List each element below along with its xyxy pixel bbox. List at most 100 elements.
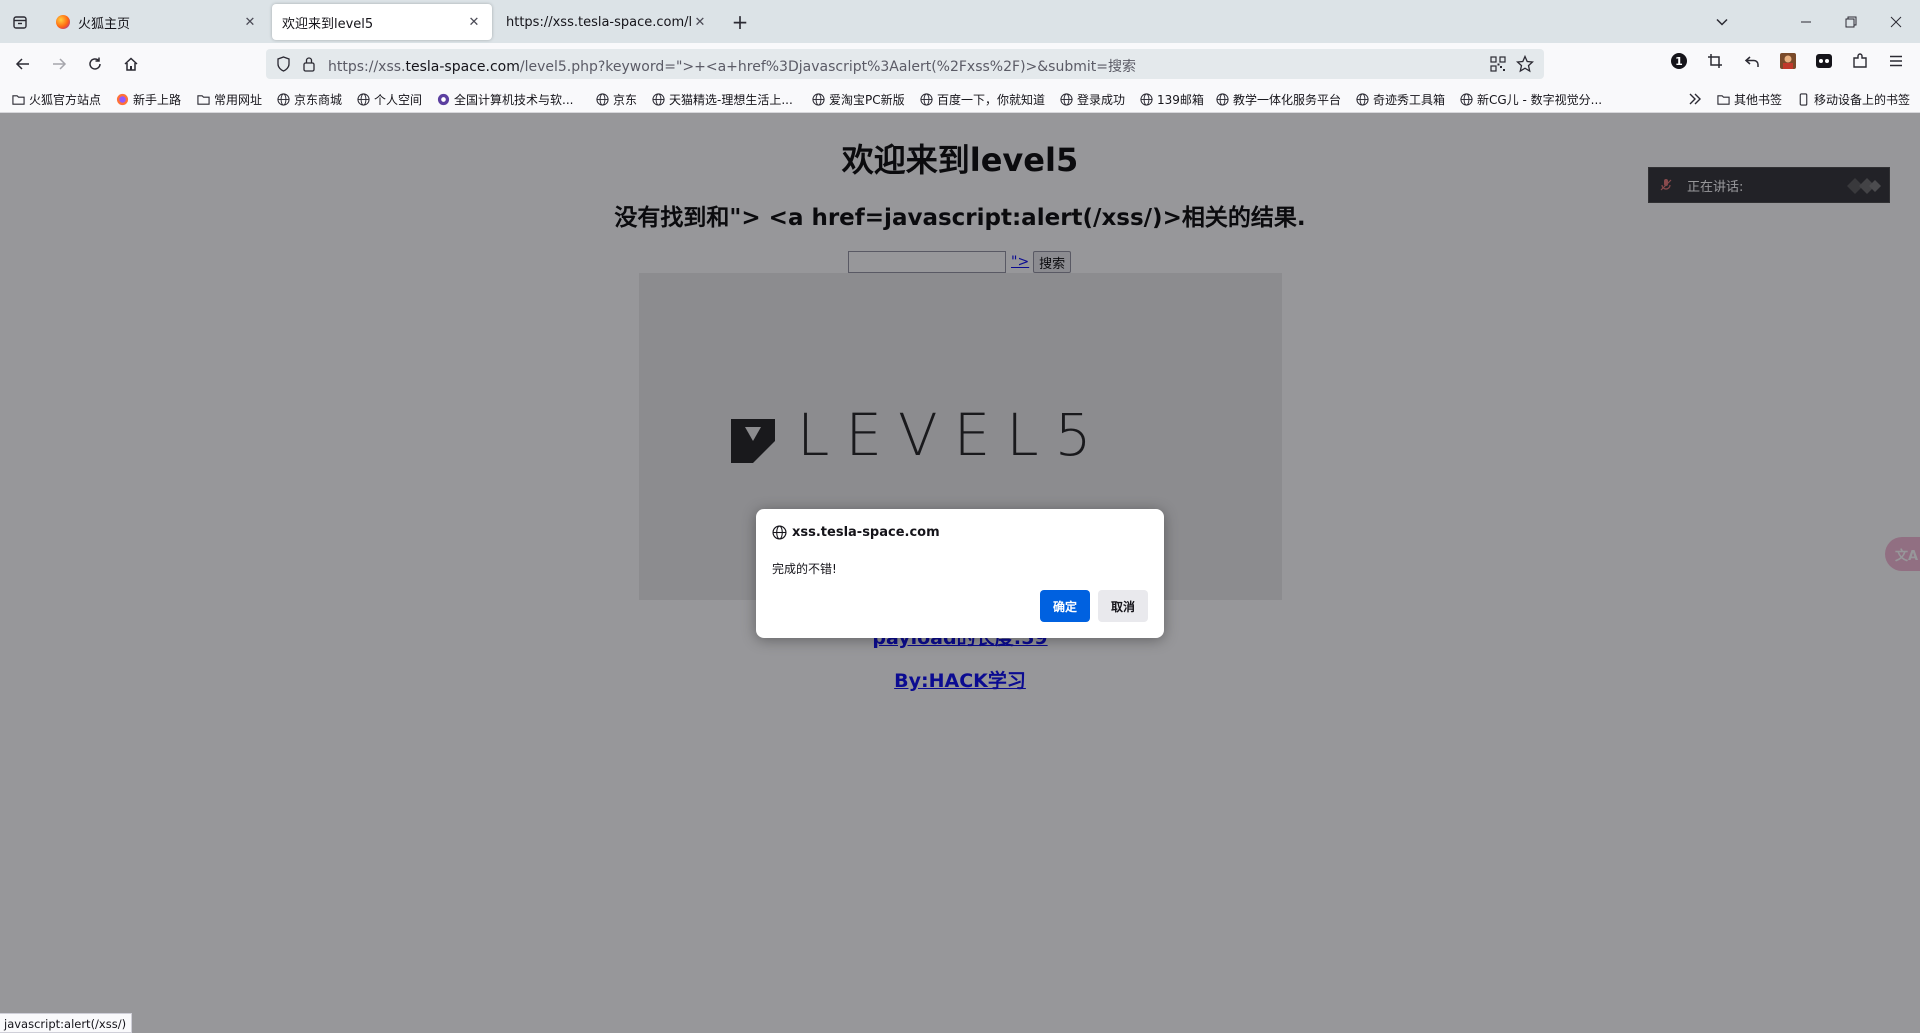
bookmark-label: 新CG儿 - 数字视觉分... [1477, 92, 1603, 107]
tab-title: 欢迎来到level5 [282, 16, 374, 32]
bookmark-label: 教学一体化服务平台 [1233, 92, 1342, 107]
bookmark-label: 爱淘宝PC新版 [829, 92, 905, 107]
url-path: /level5.php?keyword=">+<a+href%3Djavascr… [519, 59, 1136, 75]
tab-overflow-chevron-icon[interactable] [1708, 8, 1736, 36]
dialog-buttons: 确定 取消 [1040, 590, 1148, 622]
bookmark-item[interactable]: 常用网址 [197, 90, 262, 108]
menu-hamburger-icon[interactable] [1885, 50, 1907, 72]
password-manager-icon[interactable]: 1 [1668, 50, 1690, 72]
mobile-device-icon [1799, 92, 1808, 106]
tab-list-icon[interactable] [8, 10, 32, 34]
bookmark-star-icon[interactable] [1515, 54, 1535, 76]
firefox-icon [56, 15, 70, 29]
dialog-origin-text: xss.tesla-space.com [792, 525, 940, 540]
home-icon[interactable] [118, 51, 144, 77]
minimize-icon[interactable] [1792, 8, 1820, 36]
back-arrow-icon[interactable] [10, 51, 36, 77]
globe-icon [596, 92, 609, 106]
url-text[interactable]: https://xss.tesla-space.com/level5.php?k… [328, 56, 1136, 76]
bookmark-label: 京东商城 [294, 92, 343, 107]
dialog-origin: xss.tesla-space.com [772, 525, 940, 540]
globe-icon [1460, 92, 1473, 106]
globe-icon [772, 525, 787, 540]
globe-icon [652, 92, 665, 106]
restore-icon[interactable] [1837, 8, 1865, 36]
other-bookmarks[interactable]: 其他书签 [1717, 90, 1782, 108]
bookmark-item[interactable]: 139邮箱 [1140, 90, 1204, 108]
new-tab-icon[interactable]: + [728, 10, 752, 34]
globe-icon [277, 92, 290, 106]
tab-title: 火狐主页 [78, 16, 131, 32]
bookmark-item[interactable]: 天猫精选-理想生活上... [652, 90, 793, 108]
bookmark-item[interactable]: 京东 [596, 90, 637, 108]
ok-button[interactable]: 确定 [1040, 590, 1090, 622]
tab-strip: 火狐主页 ✕ 欢迎来到level5 ✕ https://xss.tesla-sp… [0, 0, 1920, 43]
forward-arrow-icon[interactable] [46, 51, 72, 77]
extension-avatar-icon[interactable] [1777, 50, 1799, 72]
close-tab-icon[interactable]: ✕ [242, 14, 258, 30]
tab-level5[interactable]: 欢迎来到level5 ✕ [272, 4, 492, 40]
bookmark-item[interactable]: 新CG儿 - 数字视觉分... [1460, 90, 1602, 108]
globe-icon [812, 92, 825, 106]
qr-code-icon[interactable] [1490, 56, 1506, 75]
tab-title: https://xss.tesla-space.com/level [506, 14, 692, 30]
alert-dialog: xss.tesla-space.com 完成的不错! 确定 取消 [756, 509, 1164, 638]
globe-icon [1356, 92, 1369, 106]
close-tab-icon[interactable]: ✕ [692, 14, 708, 30]
undo-icon[interactable] [1741, 50, 1763, 72]
bookmark-label: 奇迹秀工具箱 [1373, 92, 1446, 107]
extensions-puzzle-icon[interactable] [1849, 50, 1871, 72]
reload-icon[interactable] [82, 51, 108, 77]
url-bar[interactable]: https://xss.tesla-space.com/level5.php?k… [266, 49, 1544, 79]
mobile-bookmarks[interactable]: 移动设备上的书签 [1797, 90, 1910, 108]
url-prefix: https://xss. [328, 59, 406, 75]
bookmark-label: 个人空间 [374, 92, 423, 107]
screenshot-crop-icon[interactable] [1704, 50, 1726, 72]
bookmarks-overflow-chevron-icon[interactable] [1688, 90, 1702, 108]
bookmark-label: 常用网址 [214, 92, 263, 107]
bookmark-item[interactable]: 火狐官方站点 [12, 90, 101, 108]
tab-xss-url[interactable]: https://xss.tesla-space.com/level ✕ [496, 4, 718, 40]
globe-icon [1216, 92, 1229, 106]
lock-icon[interactable] [302, 56, 316, 75]
bookmark-item[interactable]: 京东商城 [277, 90, 342, 108]
bookmark-item[interactable]: 百度一下，你就知道 [920, 90, 1045, 108]
other-bookmarks-label: 其他书签 [1734, 92, 1783, 107]
bookmark-label: 登录成功 [1077, 92, 1126, 107]
dialog-message: 完成的不错! [772, 562, 837, 576]
navigation-toolbar: https://xss.tesla-space.com/level5.php?k… [0, 43, 1920, 84]
bookmark-label: 火狐官方站点 [29, 92, 102, 107]
globe-icon [920, 92, 933, 106]
bookmark-label: 百度一下，你就知道 [937, 92, 1046, 107]
bookmark-label: 天猫精选-理想生活上... [669, 92, 793, 107]
globe-icon [357, 92, 370, 106]
bookmark-item[interactable]: 全国计算机技术与软... [437, 90, 573, 108]
url-domain: tesla-space.com [405, 59, 520, 75]
bookmark-item[interactable]: 个人空间 [357, 90, 422, 108]
mobile-bookmarks-label: 移动设备上的书签 [1814, 92, 1911, 107]
window-close-icon[interactable] [1882, 8, 1910, 36]
site-icon [437, 93, 450, 105]
folder-icon [197, 94, 210, 105]
bookmarks-toolbar: 火狐官方站点 新手上路 常用网址 京东商城 个人空间 全国计算机技术与软... … [0, 84, 1920, 113]
bookmark-label: 全国计算机技术与软... [454, 92, 574, 107]
bookmark-label: 139邮箱 [1157, 92, 1204, 107]
firefox-icon [116, 93, 129, 105]
bookmark-label: 新手上路 [133, 92, 182, 107]
bookmark-item[interactable]: 登录成功 [1060, 90, 1125, 108]
globe-icon [1060, 92, 1073, 106]
bookmark-item[interactable]: 爱淘宝PC新版 [812, 90, 905, 108]
bookmark-label: 京东 [613, 92, 638, 107]
tab-firefox-home[interactable]: 火狐主页 ✕ [46, 4, 268, 40]
bookmark-item[interactable]: 新手上路 [116, 90, 181, 108]
cancel-button[interactable]: 取消 [1098, 590, 1148, 622]
extension-mask-icon[interactable] [1813, 50, 1835, 72]
folder-icon [12, 94, 25, 105]
bookmark-item[interactable]: 奇迹秀工具箱 [1356, 90, 1445, 108]
status-bar: javascript:alert(/xss/) [0, 1013, 133, 1033]
globe-icon [1140, 92, 1153, 106]
tracking-shield-icon[interactable] [276, 56, 291, 75]
svg-text:1: 1 [1675, 55, 1683, 68]
close-tab-icon[interactable]: ✕ [466, 14, 482, 30]
bookmark-item[interactable]: 教学一体化服务平台 [1216, 90, 1341, 108]
